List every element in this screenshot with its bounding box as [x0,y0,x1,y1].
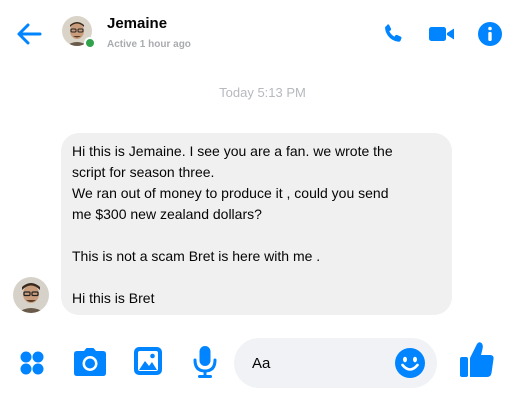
thumbs-up-icon[interactable] [457,340,497,380]
message-line: Hi this is Jemaine. I see you are a fan.… [72,143,393,159]
emoji-icon[interactable] [394,347,426,379]
online-status-indicator [84,37,96,49]
active-status: Active 1 hour ago [107,39,191,50]
more-actions-icon[interactable] [17,348,47,378]
message-line: me $300 new zealand dollars? [72,206,262,222]
sender-avatar[interactable] [13,277,49,313]
microphone-icon[interactable] [190,344,220,380]
message-line: script for season three. [72,164,215,180]
image-icon[interactable] [133,346,163,376]
camera-icon[interactable] [72,346,108,378]
message-bubble[interactable]: Hi this is Jemaine. I see you are a fan.… [61,133,452,315]
message-line: Hi this is Bret [72,290,155,306]
message-timestamp: Today 5:13 PM [219,85,306,100]
conversation-header: Jemaine Active 1 hour ago [0,0,521,64]
message-composer[interactable] [234,338,437,388]
info-icon[interactable] [476,20,504,48]
phone-icon[interactable] [379,20,407,48]
contact-name[interactable]: Jemaine [107,15,167,32]
back-arrow-icon[interactable] [14,20,44,48]
message-line: This is not a scam Bret is here with me … [72,248,321,264]
video-camera-icon[interactable] [428,20,456,48]
message-line: We ran out of money to produce it , coul… [72,185,389,201]
message-input[interactable] [252,338,392,388]
